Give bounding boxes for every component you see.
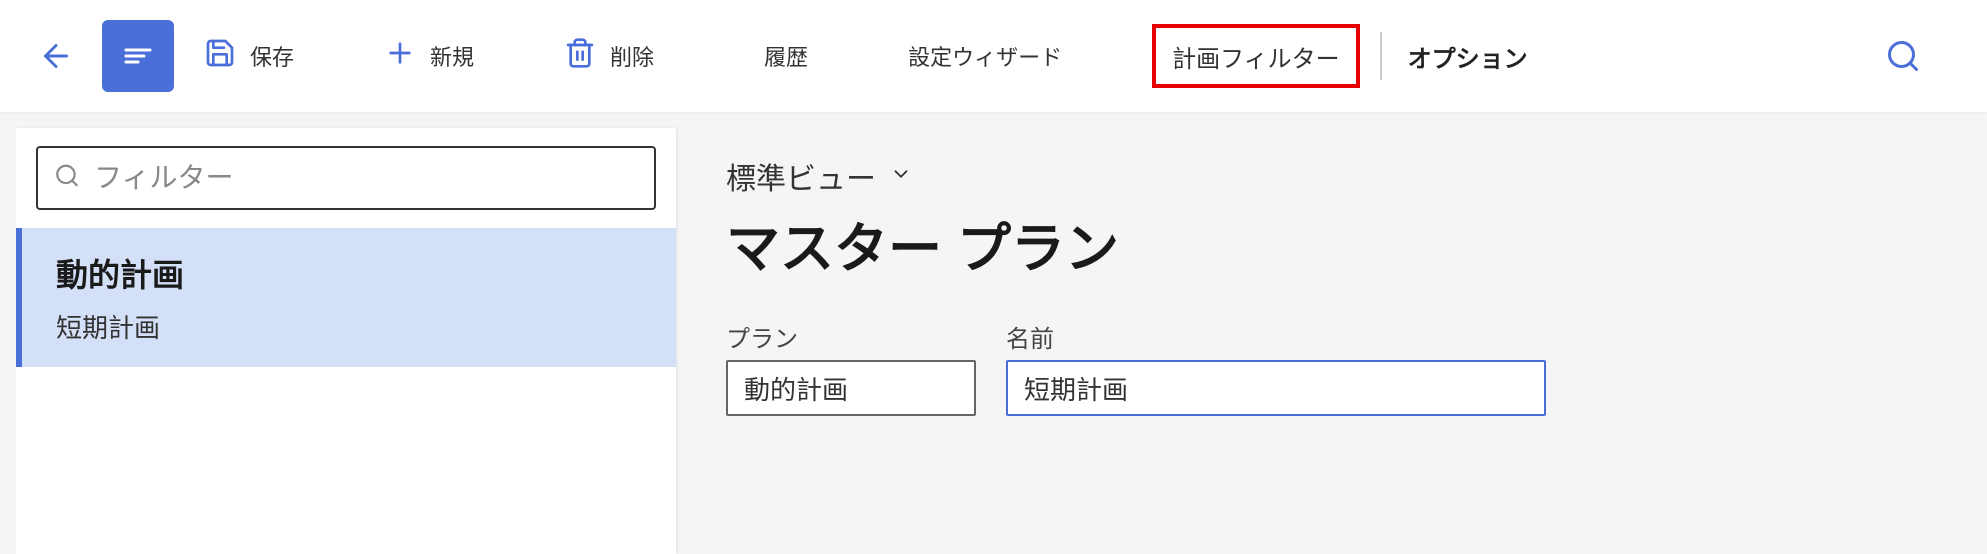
- new-button[interactable]: 新規: [364, 24, 494, 88]
- field-plan: プラン: [726, 319, 976, 416]
- name-input[interactable]: [1006, 360, 1546, 416]
- plan-field-label: プラン: [726, 319, 976, 354]
- wizard-label: 設定ウィザード: [908, 40, 1062, 72]
- plan-filter-button[interactable]: 計画フィルター: [1152, 24, 1360, 88]
- list-item-subtitle: 短期計画: [56, 308, 636, 345]
- name-field-label: 名前: [1006, 319, 1546, 354]
- wizard-button[interactable]: 設定ウィザード: [888, 24, 1082, 88]
- trash-icon: [564, 37, 596, 75]
- new-label: 新規: [430, 40, 474, 72]
- filter-wrapper: [16, 128, 676, 228]
- history-label: 履歴: [764, 40, 808, 72]
- list-item[interactable]: 動的計画 短期計画: [16, 228, 676, 367]
- view-label: 標準ビュー: [726, 154, 876, 198]
- options-label: オプション: [1408, 39, 1528, 74]
- options-button[interactable]: オプション: [1380, 32, 1554, 80]
- search-button[interactable]: [1867, 20, 1939, 92]
- history-button[interactable]: 履歴: [744, 24, 828, 88]
- delete-label: 削除: [610, 40, 654, 72]
- content: 標準ビュー マスター プラン プラン 名前: [676, 128, 1987, 554]
- view-dropdown[interactable]: 標準ビュー: [726, 154, 1937, 198]
- save-button[interactable]: 保存: [184, 24, 314, 88]
- toolbar: 保存 新規 削除 履歴 設定ウィザード 計画フィルター オプション: [0, 0, 1987, 112]
- sidebar: 動的計画 短期計画: [16, 128, 676, 554]
- filter-input[interactable]: [36, 146, 656, 210]
- back-button[interactable]: [20, 20, 92, 92]
- fields-row: プラン 名前: [726, 319, 1937, 416]
- page-title: マスター プラン: [726, 204, 1937, 283]
- field-name: 名前: [1006, 319, 1546, 416]
- save-label: 保存: [250, 40, 294, 72]
- filter-search-icon: [54, 163, 80, 194]
- list-item-title: 動的計画: [56, 250, 636, 296]
- plan-filter-label: 計画フィルター: [1172, 39, 1340, 74]
- chevron-down-icon: [890, 159, 912, 193]
- menu-button[interactable]: [102, 20, 174, 92]
- plus-icon: [384, 37, 416, 75]
- delete-button[interactable]: 削除: [544, 24, 674, 88]
- plan-input[interactable]: [726, 360, 976, 416]
- main-area: 動的計画 短期計画 標準ビュー マスター プラン プラン 名前: [0, 128, 1987, 554]
- save-icon: [204, 37, 236, 75]
